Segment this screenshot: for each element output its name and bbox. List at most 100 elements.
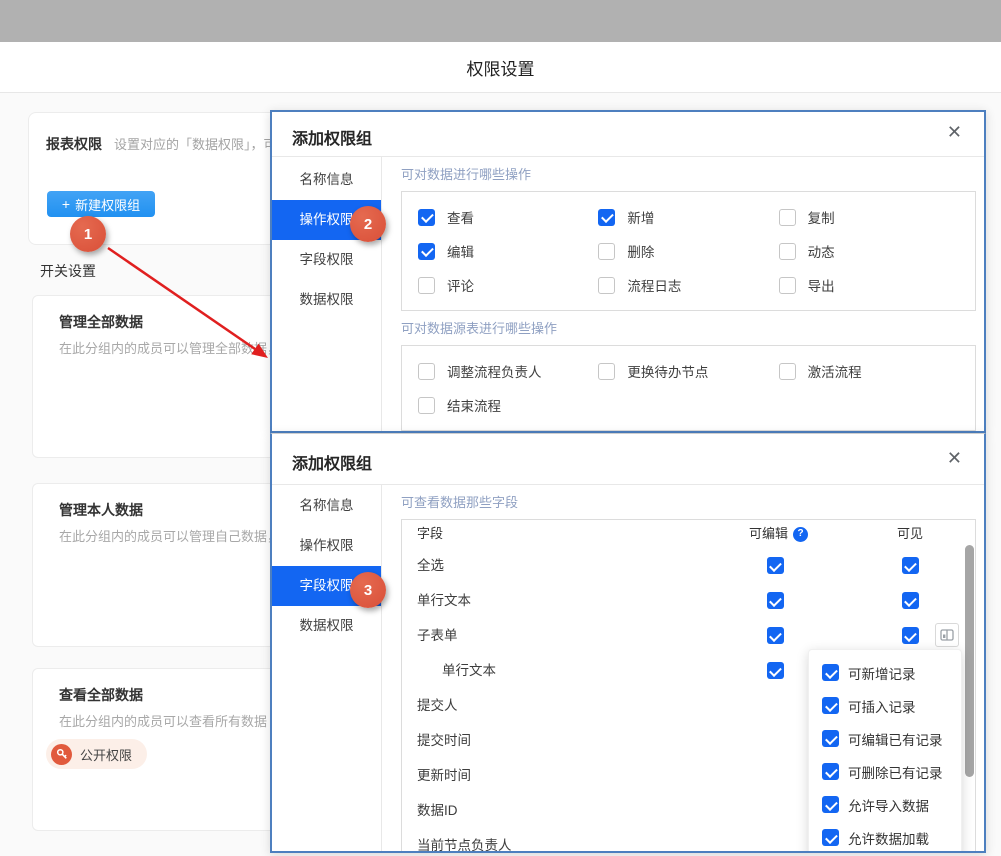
option-激活流程[interactable]: 激活流程 [779, 354, 959, 388]
checkbox-checked[interactable] [767, 592, 784, 609]
visible-cell [892, 583, 928, 618]
popup-option-可新增记录[interactable]: 可新增记录 [809, 656, 961, 689]
tab-操作权限[interactable]: 操作权限 [272, 526, 381, 566]
key-icon [51, 744, 72, 765]
public-permission-badge[interactable]: 公开权限 [46, 739, 147, 769]
option-label: 结束流程 [447, 395, 501, 415]
option-label: 复制 [808, 207, 835, 227]
modal-content: 可对数据进行哪些操作 查看新增 复制编辑 删除 动态评论 流程日志导出 可对数据源表进行… [383, 157, 984, 431]
close-icon[interactable]: ✕ [947, 449, 962, 467]
checkbox-unchecked[interactable] [598, 243, 615, 260]
close-icon[interactable]: ✕ [947, 123, 962, 141]
tab-名称信息[interactable]: 名称信息 [272, 160, 381, 200]
option-label: 激活流程 [808, 361, 862, 381]
checkbox-checked[interactable] [418, 209, 435, 226]
editable-cell [757, 548, 793, 583]
checkbox-unchecked[interactable] [418, 397, 435, 414]
option-调整流程负责人[interactable]: 调整流程负责人 [418, 354, 598, 388]
source-operations-group: 调整流程负责人 更换待办节点 激活流程结束流程 [401, 345, 976, 431]
option-导出[interactable]: 导出 [779, 268, 959, 302]
option-动态[interactable]: 动态 [779, 234, 959, 268]
checkbox-unchecked[interactable] [779, 243, 796, 260]
tab-数据权限[interactable]: 数据权限 [272, 606, 381, 646]
option-label: 删除 [627, 241, 654, 261]
field-label: 提交时间 [417, 723, 471, 758]
page-title: 权限设置 [467, 55, 535, 80]
checkbox-checked[interactable] [822, 796, 839, 813]
section-title-visible-fields: 可查看数据那些字段 [401, 495, 984, 511]
new-permission-group-label: 新建权限组 [75, 195, 140, 214]
checkbox-unchecked[interactable] [598, 277, 615, 294]
help-icon[interactable]: ? [793, 527, 808, 542]
option-label: 编辑 [447, 241, 474, 261]
field-row-单行文本: 单行文本 [402, 583, 975, 618]
editable-cell [757, 583, 793, 618]
checkbox-unchecked[interactable] [779, 277, 796, 294]
field-label: 子表单 [417, 618, 458, 653]
checkbox-checked[interactable] [902, 627, 919, 644]
option-新增[interactable]: 新增 [598, 200, 778, 234]
tab-数据权限[interactable]: 数据权限 [272, 280, 381, 320]
checkbox-checked[interactable] [822, 664, 839, 681]
option-label: 调整流程负责人 [447, 361, 542, 381]
popup-option-允许导入数据[interactable]: 允许导入数据 [809, 788, 961, 821]
popup-option-label: 允许导入数据 [848, 795, 929, 815]
option-编辑[interactable]: 编辑 [418, 234, 598, 268]
checkbox-unchecked[interactable] [418, 363, 435, 380]
popup-option-label: 可新增记录 [848, 663, 916, 683]
option-流程日志[interactable]: 流程日志 [598, 268, 778, 302]
step-badge-1: 1 [70, 216, 106, 252]
checkbox-checked[interactable] [598, 209, 615, 226]
checkbox-checked[interactable] [822, 730, 839, 747]
checkbox-checked[interactable] [418, 243, 435, 260]
checkbox-checked[interactable] [902, 592, 919, 609]
checkbox-checked[interactable] [822, 829, 839, 846]
checkbox-checked[interactable] [822, 763, 839, 780]
checkbox-checked[interactable] [822, 697, 839, 714]
popup-option-label: 可删除已有记录 [848, 762, 943, 782]
section-title-source-operations: 可对数据源表进行哪些操作 [401, 321, 984, 337]
public-permission-label: 公开权限 [80, 745, 132, 764]
subform-settings-icon[interactable] [935, 623, 959, 647]
new-permission-group-button[interactable]: + 新建权限组 [47, 191, 155, 217]
option-复制[interactable]: 复制 [779, 200, 959, 234]
report-head: 报表权限 设置对应的「数据权限」，可 [46, 134, 277, 154]
checkbox-checked[interactable] [767, 662, 784, 679]
popup-option-允许数据加载[interactable]: 允许数据加载 [809, 821, 961, 853]
plus-icon: + [62, 197, 70, 211]
column-visible: 可见 [892, 520, 928, 548]
popup-option-可编辑已有记录[interactable]: 可编辑已有记录 [809, 722, 961, 755]
checkbox-checked[interactable] [902, 557, 919, 574]
checkbox-unchecked[interactable] [779, 209, 796, 226]
option-删除[interactable]: 删除 [598, 234, 778, 268]
checkbox-checked[interactable] [767, 557, 784, 574]
tab-名称信息[interactable]: 名称信息 [272, 486, 381, 526]
tab-字段权限[interactable]: 字段权限 [272, 240, 381, 280]
field-label: 当前节点负责人 [417, 828, 512, 853]
checkbox-unchecked[interactable] [418, 277, 435, 294]
checkbox-checked[interactable] [767, 627, 784, 644]
modal-body: 名称信息操作权限字段权限数据权限 可对数据进行哪些操作 查看新增复制编辑删除动态… [272, 157, 984, 431]
scrollbar-thumb[interactable] [965, 545, 974, 777]
switch-settings-title: 开关设置 [40, 261, 96, 281]
modal-add-permission-group-field: 添加权限组 ✕ 名称信息操作权限字段权限数据权限 可查看数据那些字段 字段 可编… [270, 433, 986, 853]
page-header: 权限设置 [0, 42, 1001, 93]
field-row-全选: 全选 [402, 548, 975, 583]
card-desc: 在此分组内的成员可以管理全部数据，并拥 [59, 338, 306, 357]
field-row-子表单: 子表单 [402, 618, 975, 653]
popup-option-可删除已有记录[interactable]: 可删除已有记录 [809, 755, 961, 788]
card-desc: 在此分组内的成员可以查看所有数据 [59, 711, 267, 730]
option-评论[interactable]: 评论 [418, 268, 598, 302]
popup-option-可插入记录[interactable]: 可插入记录 [809, 689, 961, 722]
popup-option-label: 允许数据加载 [848, 828, 929, 848]
option-label: 评论 [447, 275, 474, 295]
modal-sidebar: 名称信息操作权限字段权限数据权限 [272, 485, 382, 851]
section-title-data-operations: 可对数据进行哪些操作 [401, 167, 984, 183]
checkbox-unchecked[interactable] [779, 363, 796, 380]
option-结束流程[interactable]: 结束流程 [418, 388, 598, 422]
checkbox-unchecked[interactable] [598, 363, 615, 380]
option-更换待办节点[interactable]: 更换待办节点 [598, 354, 778, 388]
option-查看[interactable]: 查看 [418, 200, 598, 234]
step-badge-2: 2 [350, 206, 386, 242]
window-top-bar [0, 0, 1001, 42]
